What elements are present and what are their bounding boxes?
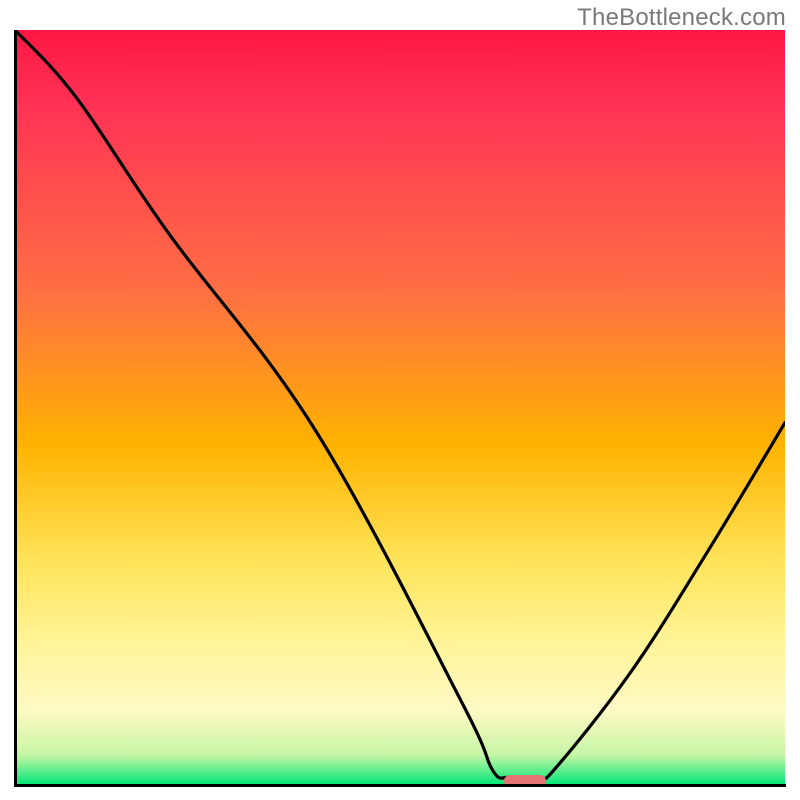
y-axis [14, 30, 17, 786]
bottleneck-curve [15, 30, 785, 780]
watermark-label: TheBottleneck.com [577, 4, 786, 32]
chart-container: TheBottleneck.com [0, 0, 800, 800]
curve-layer [15, 30, 785, 785]
x-axis [14, 784, 786, 787]
